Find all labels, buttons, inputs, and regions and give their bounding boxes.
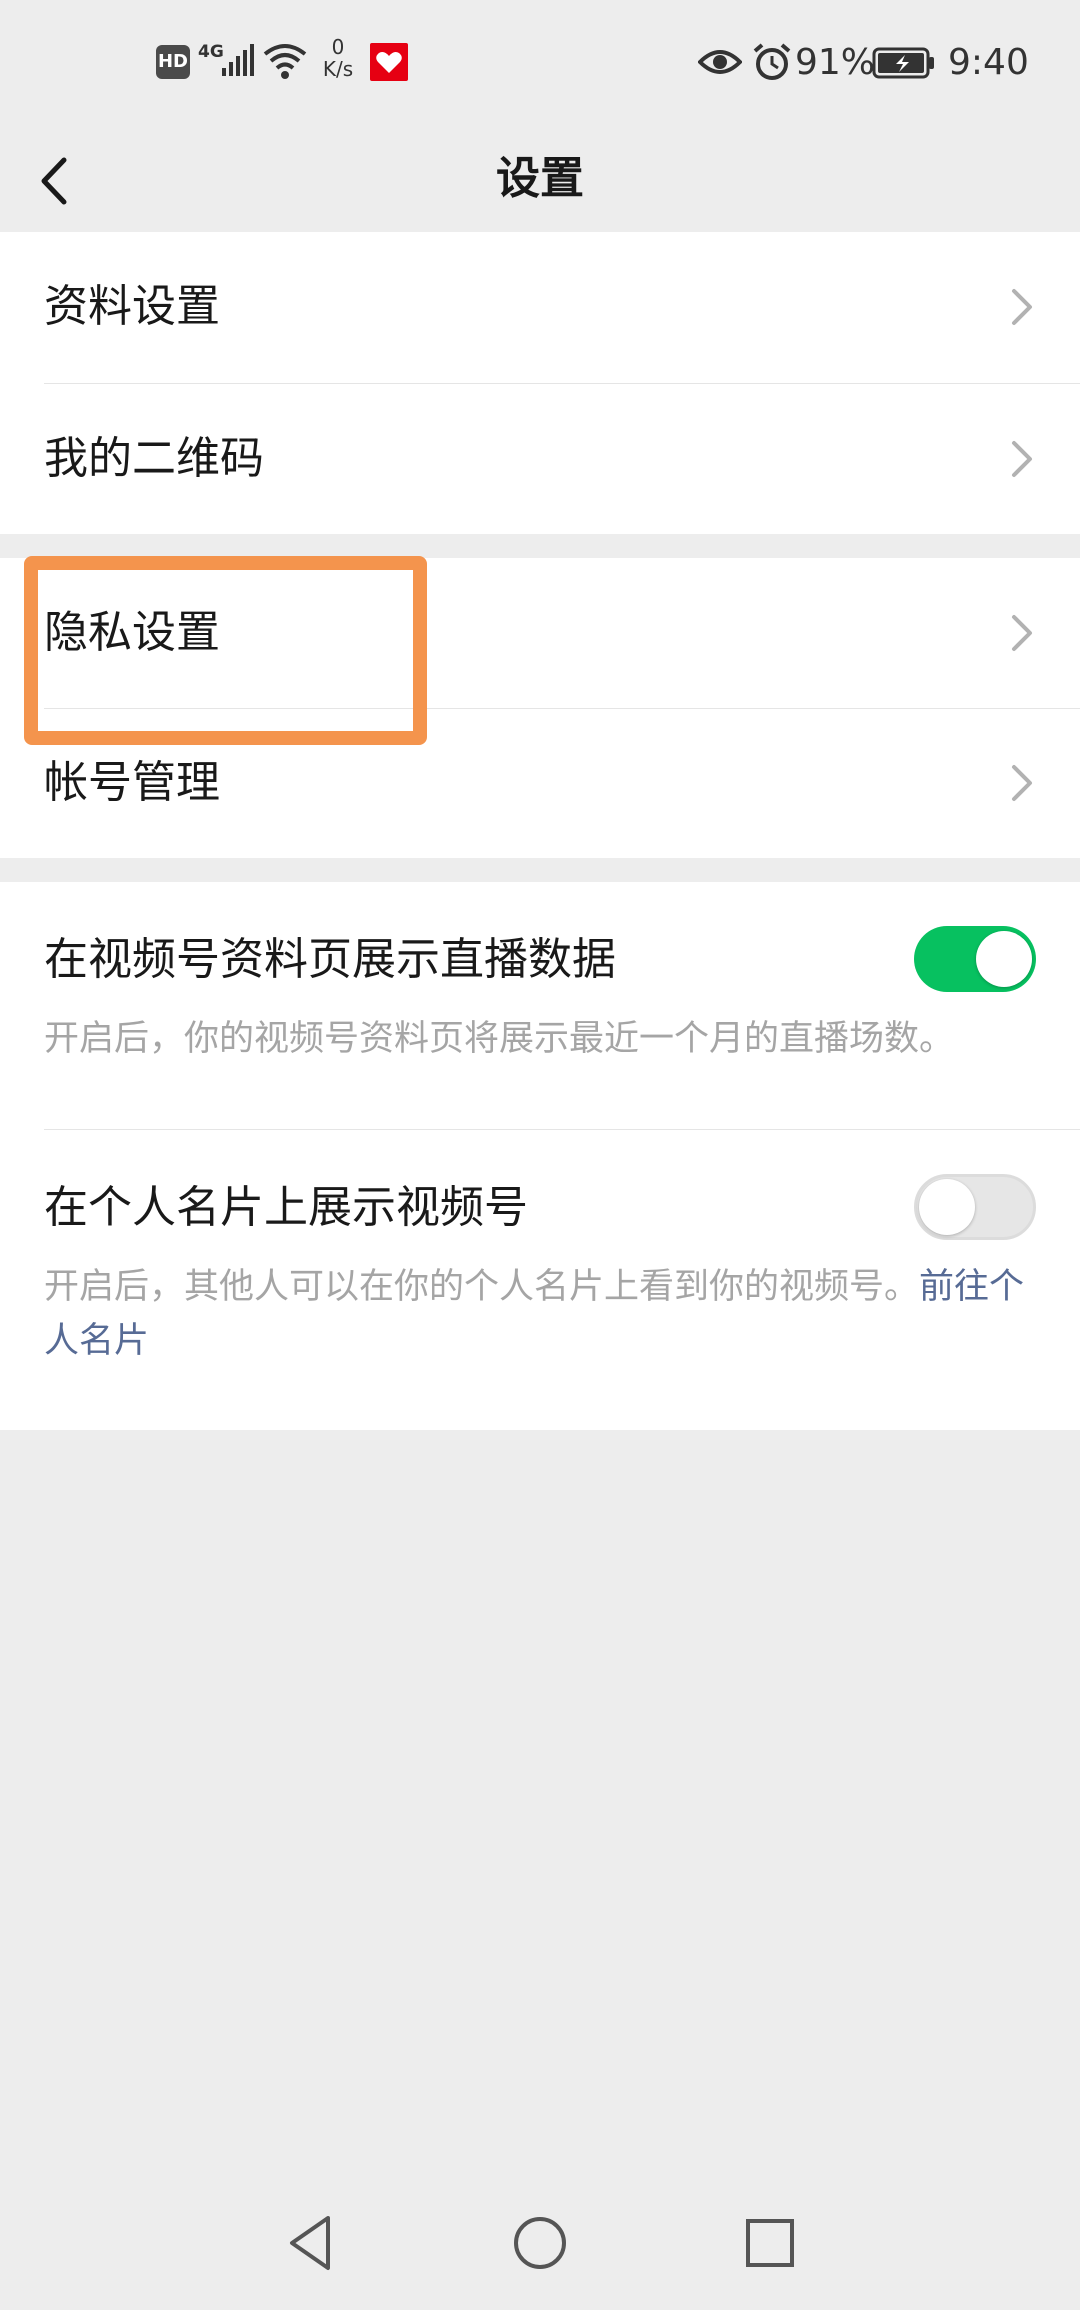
- clock: 9:40: [948, 42, 1029, 83]
- wifi-icon: [262, 42, 308, 84]
- settings-group-2: 隐私设置 帐号管理: [0, 558, 1080, 858]
- battery-icon: [872, 47, 936, 83]
- cell-label: 隐私设置: [44, 607, 220, 658]
- screen: HD 4G 0 K/s 91% 9:40 设置 资料设置 我的二维码 隐私设置 …: [0, 0, 1080, 2310]
- system-navigation-bar: [0, 2180, 1080, 2310]
- settings-group-1: 资料设置 我的二维码: [0, 232, 1080, 534]
- cell-label: 资料设置: [44, 281, 220, 332]
- app-notification-icon: [370, 43, 408, 81]
- cell-account-management[interactable]: 帐号管理: [0, 708, 1080, 858]
- card-channel-title: 在个人名片上展示视频号: [44, 1182, 528, 1233]
- nav-back-icon[interactable]: [282, 2210, 338, 2276]
- live-data-description: 开启后，你的视频号资料页将展示最近一个月的直播场数。: [44, 1019, 955, 1059]
- nav-bar: 设置: [0, 126, 1080, 232]
- divider: [44, 1129, 1080, 1130]
- toggle-knob: [976, 931, 1032, 987]
- speed-unit: K/s: [322, 57, 354, 81]
- alarm-icon: [752, 42, 792, 86]
- page-title: 设置: [496, 153, 584, 204]
- hd-badge: HD: [156, 45, 190, 79]
- nav-recents-icon[interactable]: [742, 2210, 798, 2276]
- nav-home-icon[interactable]: [511, 2210, 569, 2276]
- cell-my-qr-code[interactable]: 我的二维码: [0, 384, 1080, 534]
- network-speed: 0 K/s: [316, 36, 360, 80]
- live-data-toggle[interactable]: [914, 926, 1036, 992]
- card-channel-description: 开启后，其他人可以在你的个人名片上看到你的视频号。前往个人名片: [44, 1260, 1044, 1368]
- chevron-right-icon: [1012, 765, 1032, 801]
- eye-icon: [697, 44, 743, 84]
- cell-privacy-settings[interactable]: 隐私设置: [0, 558, 1080, 708]
- speed-value: 0: [331, 35, 345, 59]
- status-bar: HD 4G 0 K/s 91% 9:40: [0, 0, 1080, 126]
- signal-icon: [218, 42, 258, 82]
- battery-percent: 91%: [795, 42, 876, 83]
- cell-label: 帐号管理: [44, 757, 220, 808]
- cell-profile-settings[interactable]: 资料设置: [0, 232, 1080, 382]
- settings-group-3: 在视频号资料页展示直播数据 开启后，你的视频号资料页将展示最近一个月的直播场数。…: [0, 882, 1080, 1430]
- toggle-knob: [919, 1179, 975, 1235]
- chevron-right-icon: [1012, 441, 1032, 477]
- chevron-right-icon: [1012, 289, 1032, 325]
- live-data-title: 在视频号资料页展示直播数据: [44, 934, 616, 985]
- chevron-right-icon: [1012, 615, 1032, 651]
- cell-label: 我的二维码: [44, 433, 264, 484]
- card-channel-description-text: 开启后，其他人可以在你的个人名片上看到你的视频号。: [44, 1267, 920, 1307]
- card-channel-toggle[interactable]: [914, 1174, 1036, 1240]
